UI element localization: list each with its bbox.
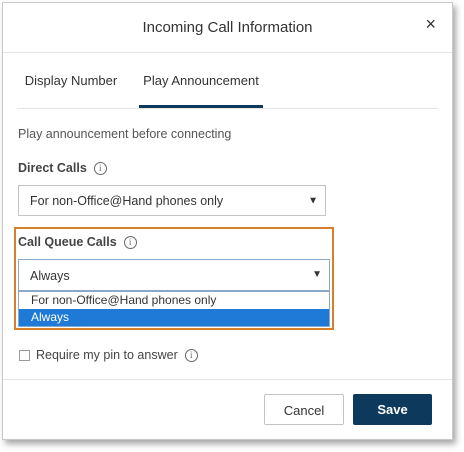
require-pin-label: Require my pin to answer <box>36 348 178 362</box>
call-queue-calls-select[interactable]: Always ▼ <box>18 259 330 291</box>
direct-calls-label: Direct Calls <box>18 161 87 175</box>
info-icon[interactable]: i <box>123 236 137 250</box>
info-icon[interactable]: i <box>184 349 198 363</box>
call-queue-label-row: Call Queue Calls i <box>18 235 137 250</box>
dropdown-option-non-officehand[interactable]: For non-Office@Hand phones only <box>19 292 329 309</box>
info-icon[interactable]: i <box>93 162 107 176</box>
call-queue-calls-label: Call Queue Calls <box>18 235 117 249</box>
dialog-footer: Cancel Save <box>3 379 452 439</box>
save-button[interactable]: Save <box>353 394 432 425</box>
intro-text: Play announcement before connecting <box>18 127 232 141</box>
tab-bar: Display Number Play Announcement <box>17 54 438 109</box>
direct-calls-label-row: Direct Calls i <box>18 161 107 176</box>
require-pin-checkbox[interactable] <box>19 350 30 361</box>
dropdown-option-always[interactable]: Always <box>19 309 329 326</box>
tab-display-number[interactable]: Display Number <box>17 54 125 108</box>
require-pin-label-row: Require my pin to answer i <box>36 348 198 363</box>
direct-calls-selected-value: For non-Office@Hand phones only <box>30 194 224 208</box>
dialog-title: Incoming Call Information <box>142 19 313 36</box>
cancel-button[interactable]: Cancel <box>264 394 344 425</box>
tab-play-announcement[interactable]: Play Announcement <box>139 54 263 108</box>
direct-calls-select[interactable]: For non-Office@Hand phones only ▼ <box>18 185 326 216</box>
caret-down-icon: ▼ <box>308 195 318 206</box>
call-queue-dropdown-list: For non-Office@Hand phones only Always <box>18 291 330 327</box>
close-icon[interactable]: × <box>425 14 436 34</box>
incoming-call-dialog: Incoming Call Information × Display Numb… <box>2 2 453 440</box>
dialog-header: Incoming Call Information × <box>3 3 452 53</box>
caret-down-icon: ▼ <box>312 269 322 280</box>
call-queue-selected-value: Always <box>30 269 70 283</box>
